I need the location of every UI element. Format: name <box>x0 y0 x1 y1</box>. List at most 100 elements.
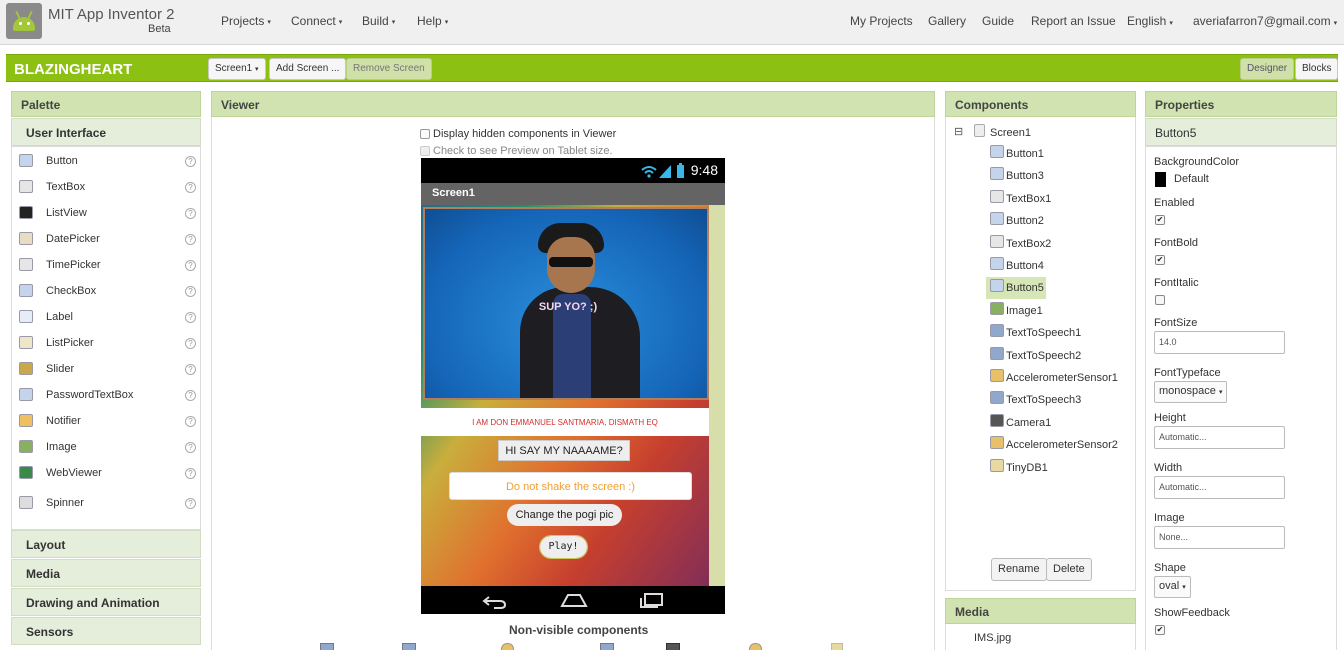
palette-item-listpicker[interactable]: ListPicker? <box>12 330 200 354</box>
help-icon[interactable]: ? <box>185 364 196 375</box>
tablet-preview-checkbox[interactable]: Check to see Preview on Tablet size. <box>420 145 613 157</box>
prop-fontitalic-label: FontItalic <box>1154 277 1199 289</box>
fonttypeface-select[interactable]: monospace ▾ <box>1154 381 1228 403</box>
caret-down-icon: ▾ <box>1218 389 1223 396</box>
help-icon[interactable]: ? <box>185 260 196 271</box>
app-inventor-logo-icon[interactable] <box>6 3 42 39</box>
palette-category-drawing[interactable]: Drawing and Animation <box>11 588 201 616</box>
tree-item-texttospeech1[interactable]: TextToSpeech1 <box>986 322 1126 344</box>
help-icon[interactable]: ? <box>185 156 196 167</box>
tree-item-screen1[interactable]: Screen1 <box>974 122 1114 144</box>
help-icon[interactable]: ? <box>185 338 196 349</box>
help-icon[interactable]: ? <box>185 468 196 479</box>
texttospeech-icon <box>990 347 1004 360</box>
height-input[interactable]: Automatic... <box>1154 426 1285 449</box>
tree-item-label: AccelerometerSensor1 <box>1006 372 1118 384</box>
palette-item-checkbox[interactable]: CheckBox? <box>12 278 200 302</box>
link-guide[interactable]: Guide <box>982 14 1014 28</box>
link-gallery[interactable]: Gallery <box>928 14 966 28</box>
palette-item-listview[interactable]: ListView? <box>12 200 200 224</box>
prop-width-label: Width <box>1154 462 1183 474</box>
width-input[interactable]: Automatic... <box>1154 476 1285 499</box>
palette-item-label: TextBox <box>46 181 86 193</box>
tree-item-accelerometersensor1[interactable]: AccelerometerSensor1 <box>986 367 1126 389</box>
menu-connect[interactable]: Connect ▾ <box>291 14 342 28</box>
button-icon <box>19 154 33 167</box>
help-icon[interactable]: ? <box>185 390 196 401</box>
menu-build[interactable]: Build ▾ <box>362 14 395 28</box>
palette-item-textbox[interactable]: TextBox? <box>12 174 200 198</box>
link-my-projects[interactable]: My Projects <box>850 14 913 28</box>
account-menu[interactable]: averiafarron7@gmail.com ▾ <box>1193 14 1337 28</box>
palette-item-timepicker[interactable]: TimePicker? <box>12 252 200 276</box>
tree-item-tinydb1[interactable]: TinyDB1 <box>986 457 1126 479</box>
help-icon[interactable]: ? <box>185 442 196 453</box>
showfeedback-checkbox[interactable]: ✔ <box>1155 625 1165 635</box>
media-item[interactable]: IMS.jpg <box>974 632 1011 644</box>
fontsize-input[interactable]: 14.0 <box>1154 331 1285 354</box>
palette-category-media[interactable]: Media <box>11 559 201 587</box>
change-pic-button[interactable]: Change the pogi pic <box>507 504 622 526</box>
display-hidden-checkbox[interactable]: Display hidden components in Viewer <box>420 128 616 140</box>
tree-item-button3[interactable]: Button3 <box>986 165 1126 187</box>
menu-projects[interactable]: Projects ▾ <box>221 14 271 28</box>
tree-item-accelerometersensor2[interactable]: AccelerometerSensor2 <box>986 434 1126 456</box>
image-input[interactable]: None... <box>1154 526 1285 549</box>
tree-item-button5[interactable]: Button5 <box>986 277 1046 299</box>
palette-category-user-interface[interactable]: User Interface <box>11 118 201 146</box>
palette-category-sensors[interactable]: Sensors <box>11 617 201 645</box>
tree-item-texttospeech3[interactable]: TextToSpeech3 <box>986 389 1126 411</box>
fontitalic-checkbox[interactable] <box>1155 295 1165 305</box>
shape-select[interactable]: oval ▾ <box>1154 576 1191 598</box>
palette-category-layout[interactable]: Layout <box>11 530 201 558</box>
remove-screen-button[interactable]: Remove Screen <box>346 58 432 80</box>
link-report-issue[interactable]: Report an Issue <box>1031 14 1116 28</box>
help-icon[interactable]: ? <box>185 312 196 323</box>
tree-item-textbox2[interactable]: TextBox2 <box>986 233 1126 255</box>
palette-item-datepicker[interactable]: DatePicker? <box>12 226 200 250</box>
fontbold-checkbox[interactable]: ✔ <box>1155 255 1165 265</box>
help-icon[interactable]: ? <box>185 286 196 297</box>
hi-say-my-name-button[interactable]: HI SAY MY NAAAAME? <box>498 440 630 461</box>
collapse-tree-icon[interactable]: ⊟ <box>954 125 963 138</box>
add-screen-button[interactable]: Add Screen ... <box>269 58 347 80</box>
enabled-checkbox[interactable]: ✔ <box>1155 215 1165 225</box>
palette-item-webviewer[interactable]: WebViewer? <box>12 460 200 484</box>
palette-item-button[interactable]: Button? <box>12 148 200 172</box>
language-select[interactable]: English ▾ <box>1127 14 1173 28</box>
name-label[interactable]: I AM DON EMMANUEL SANTMARIA, DISMATH EQ <box>421 408 709 436</box>
color-swatch[interactable] <box>1155 172 1166 187</box>
tree-item-button2[interactable]: Button2 <box>986 210 1126 232</box>
palette-item-image[interactable]: Image? <box>12 434 200 458</box>
tree-item-label: Button2 <box>1006 215 1044 227</box>
palette-item-label: ListView <box>46 207 87 219</box>
tree-item-button4[interactable]: Button4 <box>986 255 1126 277</box>
help-icon[interactable]: ? <box>185 208 196 219</box>
palette-item-slider[interactable]: Slider? <box>12 356 200 380</box>
tree-item-camera1[interactable]: Camera1 <box>986 412 1126 434</box>
help-icon[interactable]: ? <box>185 182 196 193</box>
tree-item-label: AccelerometerSensor2 <box>1006 439 1118 451</box>
help-icon[interactable]: ? <box>185 416 196 427</box>
palette-item-spinner[interactable]: Spinner? <box>12 490 200 514</box>
palette-item-passwordtextbox[interactable]: PasswordTextBox? <box>12 382 200 406</box>
rename-button[interactable]: Rename <box>991 558 1047 581</box>
do-not-shake-textbox[interactable]: Do not shake the screen :) <box>449 472 692 500</box>
screen-select[interactable]: Screen1 ▾ <box>208 58 266 80</box>
image1-photo[interactable]: SUP YO? ;) <box>423 207 709 400</box>
blocks-button[interactable]: Blocks <box>1295 58 1339 80</box>
tree-item-button1[interactable]: Button1 <box>986 143 1126 165</box>
prop-backgroundcolor-value[interactable]: Default <box>1174 173 1209 185</box>
help-icon[interactable]: ? <box>185 234 196 245</box>
palette-item-notifier[interactable]: Notifier? <box>12 408 200 432</box>
delete-button[interactable]: Delete <box>1046 558 1092 581</box>
play-button[interactable]: Play! <box>539 535 588 559</box>
designer-button[interactable]: Designer <box>1240 58 1295 80</box>
components-header: Components <box>945 91 1136 117</box>
menu-help[interactable]: Help ▾ <box>417 14 448 28</box>
tree-item-image1[interactable]: Image1 <box>986 300 1126 322</box>
tree-item-texttospeech2[interactable]: TextToSpeech2 <box>986 345 1126 367</box>
palette-item-label[interactable]: Label? <box>12 304 200 328</box>
help-icon[interactable]: ? <box>185 498 196 509</box>
tree-item-textbox1[interactable]: TextBox1 <box>986 188 1126 210</box>
